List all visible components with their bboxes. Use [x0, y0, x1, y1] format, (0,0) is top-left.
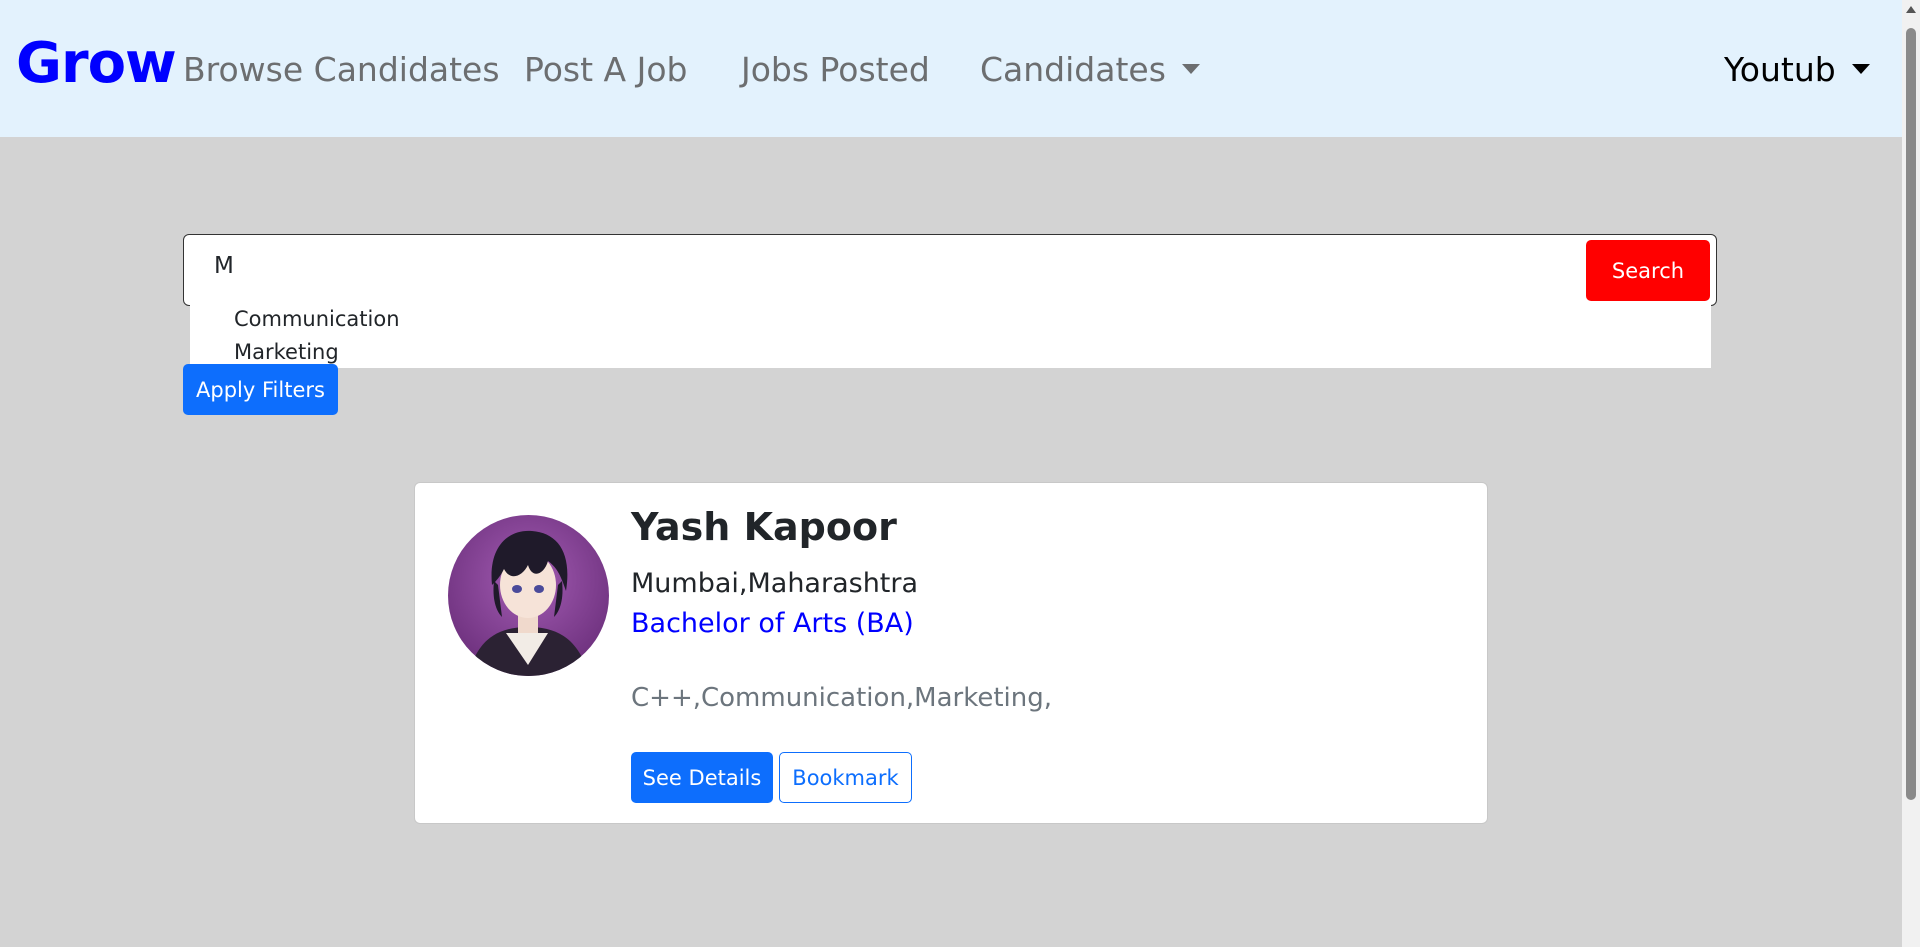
user-menu-dropdown[interactable]: Youtub — [1724, 48, 1870, 92]
autocomplete-list: Communication Marketing — [190, 304, 1711, 368]
suggestion-item-marketing[interactable]: Marketing — [234, 340, 339, 364]
nav-candidates-dropdown[interactable]: Candidates — [980, 48, 1200, 92]
scroll-thumb[interactable] — [1906, 28, 1916, 800]
search-box — [183, 234, 1717, 306]
candidate-skills: C++,Communication,Marketing, — [631, 683, 1053, 713]
bookmark-button[interactable]: Bookmark — [779, 752, 912, 803]
apply-filters-button[interactable]: Apply Filters — [183, 364, 338, 415]
suggestion-item-communication[interactable]: Communication — [234, 307, 400, 331]
search-input[interactable] — [214, 253, 1414, 279]
brand-logo[interactable]: Grow — [16, 28, 177, 100]
chevron-down-icon — [1181, 63, 1200, 74]
candidate-card: Yash Kapoor Mumbai,Maharashtra Bachelor … — [414, 482, 1488, 824]
scroll-up-icon[interactable] — [1906, 6, 1916, 13]
nav-candidates-label: Candidates — [980, 50, 1166, 89]
nav-browse-candidates[interactable]: Browse Candidates — [183, 48, 500, 92]
chevron-down-icon — [1851, 63, 1870, 74]
candidate-name: Yash Kapoor — [631, 505, 897, 549]
see-details-button[interactable]: See Details — [631, 752, 773, 803]
avatar — [448, 515, 609, 676]
nav-post-a-job[interactable]: Post A Job — [524, 48, 687, 92]
user-name: Youtub — [1724, 50, 1836, 89]
candidate-location: Mumbai,Maharashtra — [631, 568, 919, 599]
search-button[interactable]: Search — [1586, 240, 1710, 301]
candidate-degree: Bachelor of Arts (BA) — [631, 608, 914, 639]
page-scrollbar[interactable] — [1902, 0, 1920, 947]
navbar: Grow Browse Candidates Post A Job Jobs P… — [0, 0, 1902, 137]
avatar-image — [448, 515, 609, 676]
nav-jobs-posted[interactable]: Jobs Posted — [741, 48, 930, 92]
